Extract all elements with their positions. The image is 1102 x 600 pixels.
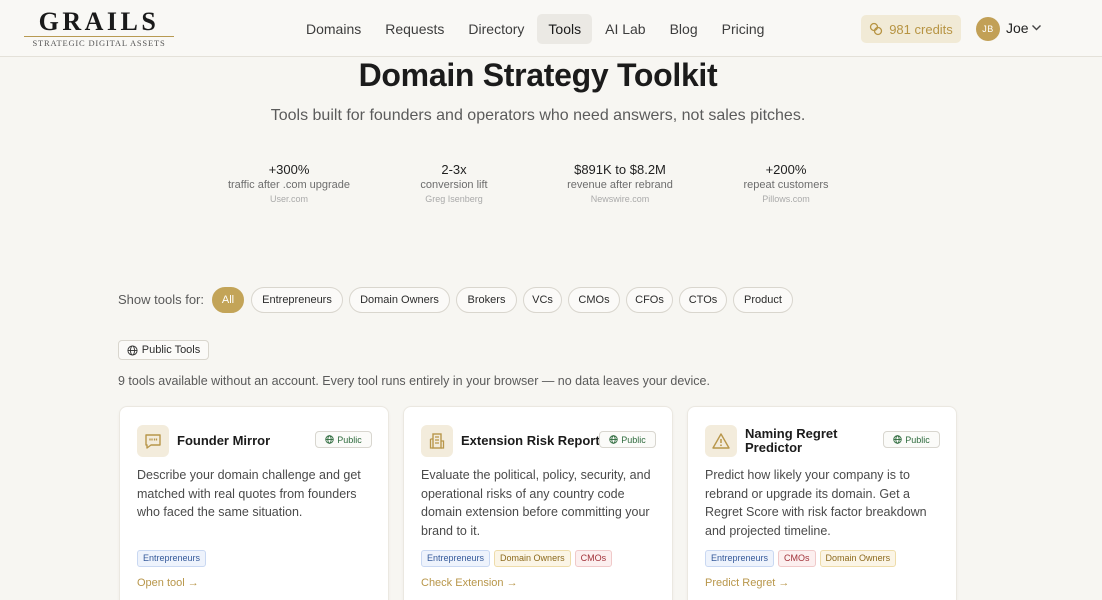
chat-quote-icon	[137, 425, 169, 457]
public-badge-label: Public	[621, 434, 646, 445]
card-tags: Entrepreneurs	[137, 550, 210, 567]
stat-source: Pillows.com	[762, 194, 810, 204]
grails-logo[interactable]: GRAILS STRATEGIC DIGITAL ASSETS	[24, 9, 174, 48]
page-title: Domain Strategy Toolkit	[358, 57, 718, 93]
filter-ctos[interactable]: CTOs	[679, 287, 727, 313]
logo-wordmark: GRAILS	[38, 7, 160, 36]
nav-pricing[interactable]: Pricing	[711, 14, 776, 44]
stat-source: User.com	[269, 194, 308, 204]
nav-ai-lab[interactable]: AI Lab	[594, 14, 656, 44]
tag-cmos: CMOs	[574, 550, 613, 567]
stat-item: $891K to $8.2M revenue after rebrand New…	[530, 162, 710, 206]
nav-requests[interactable]: Requests	[374, 14, 455, 44]
open-tool-link[interactable]: Open tool →	[137, 577, 199, 589]
stat-description: revenue after rebrand	[567, 179, 673, 191]
stat-item: +300% traffic after .com upgrade User.co…	[199, 162, 379, 206]
logo-divider	[24, 36, 174, 37]
card-tags: Entrepreneurs CMOs Domain Owners	[705, 550, 900, 567]
public-badge: Public	[599, 431, 656, 448]
report-building-icon	[421, 425, 453, 457]
user-name[interactable]: Joe	[1006, 20, 1029, 36]
tag-entrepreneurs: Entrepreneurs	[705, 550, 775, 567]
stat-value: +300%	[268, 162, 310, 177]
avatar[interactable]: JB	[976, 17, 1000, 41]
tag-entrepreneurs: Entrepreneurs	[137, 550, 207, 567]
check-extension-link[interactable]: Check Extension →	[421, 577, 518, 589]
card-description: Describe your domain challenge and get m…	[137, 468, 361, 519]
credits-button[interactable]: 981 credits	[861, 15, 961, 43]
card-title: Extension Risk Report	[461, 433, 600, 448]
public-badge: Public	[315, 431, 372, 448]
filter-all[interactable]: All	[212, 287, 244, 313]
nav-domains[interactable]: Domains	[295, 14, 372, 44]
filter-label: Show tools for:	[118, 292, 204, 307]
globe-icon	[325, 435, 334, 444]
globe-icon	[609, 435, 618, 444]
tools-note: 9 tools available without an account. Ev…	[118, 374, 710, 388]
page-subtitle: Tools built for founders and operators w…	[270, 107, 806, 124]
filter-brokers[interactable]: Brokers	[456, 287, 517, 313]
stat-source: Newswire.com	[590, 194, 650, 204]
nav-links: Domains Requests Directory Tools AI Lab …	[295, 14, 777, 44]
stat-item: 2-3x conversion lift Greg Isenberg	[364, 162, 544, 206]
card-description: Predict how likely your company is to re…	[705, 468, 927, 538]
tag-entrepreneurs: Entrepreneurs	[421, 550, 491, 567]
predict-regret-link[interactable]: Predict Regret →	[705, 577, 789, 589]
stat-value: $891K to $8.2M	[574, 162, 666, 177]
tool-card-extension-risk-report[interactable]: Extension Risk Report Public Evaluate th…	[403, 406, 673, 600]
nav-directory[interactable]: Directory	[457, 14, 535, 44]
tag-domain-owners: Domain Owners	[494, 550, 571, 567]
chevron-down-icon[interactable]	[1031, 24, 1042, 32]
credits-label: 981 credits	[889, 21, 953, 37]
coins-icon	[870, 22, 883, 36]
tag-cmos: CMOs	[778, 550, 816, 567]
filter-cmos[interactable]: CMOs	[568, 287, 620, 313]
logo-tagline: STRATEGIC DIGITAL ASSETS	[32, 38, 166, 48]
public-badge-label: Public	[337, 434, 362, 445]
nav-blog[interactable]: Blog	[659, 14, 709, 44]
stat-description: traffic after .com upgrade	[227, 179, 351, 191]
filter-product[interactable]: Product	[733, 287, 793, 313]
card-description: Evaluate the political, policy, security…	[421, 468, 651, 538]
tool-card-founder-mirror[interactable]: Founder Mirror Public Describe your doma…	[119, 406, 389, 600]
globe-icon	[127, 344, 138, 356]
card-tags: Entrepreneurs Domain Owners CMOs	[421, 550, 616, 567]
stat-source: Greg Isenberg	[425, 194, 483, 204]
top-nav: GRAILS STRATEGIC DIGITAL ASSETS Domains …	[0, 0, 1102, 57]
warning-triangle-icon	[705, 425, 737, 457]
tag-domain-owners: Domain Owners	[819, 550, 897, 567]
stat-value: 2-3x	[441, 162, 467, 177]
card-title: Founder Mirror	[177, 433, 271, 448]
card-title-line-1: Naming Regret	[745, 426, 838, 441]
tool-card-naming-regret-predictor[interactable]: Naming Regret Predictor Public Predict h…	[687, 406, 957, 600]
nav-tools[interactable]: Tools	[537, 14, 593, 44]
stat-item: +200% repeat customers Pillows.com	[696, 162, 876, 206]
card-title-line-2: Predictor	[745, 440, 803, 455]
filter-vcs[interactable]: VCs	[523, 287, 562, 313]
public-badge: Public	[883, 431, 940, 448]
public-badge-label: Public	[905, 434, 930, 445]
filter-domain-owners[interactable]: Domain Owners	[349, 287, 450, 313]
globe-icon	[893, 435, 902, 444]
card-title: Naming Regret Predictor	[745, 427, 837, 455]
filter-cfos[interactable]: CFOs	[626, 287, 673, 313]
filter-entrepreneurs[interactable]: Entrepreneurs	[251, 287, 343, 313]
public-tools-label: Public Tools	[141, 344, 201, 356]
stat-value: +200%	[765, 162, 807, 177]
public-tools-badge[interactable]: Public Tools	[118, 340, 209, 360]
stat-description: conversion lift	[420, 179, 488, 191]
stat-description: repeat customers	[743, 179, 829, 191]
